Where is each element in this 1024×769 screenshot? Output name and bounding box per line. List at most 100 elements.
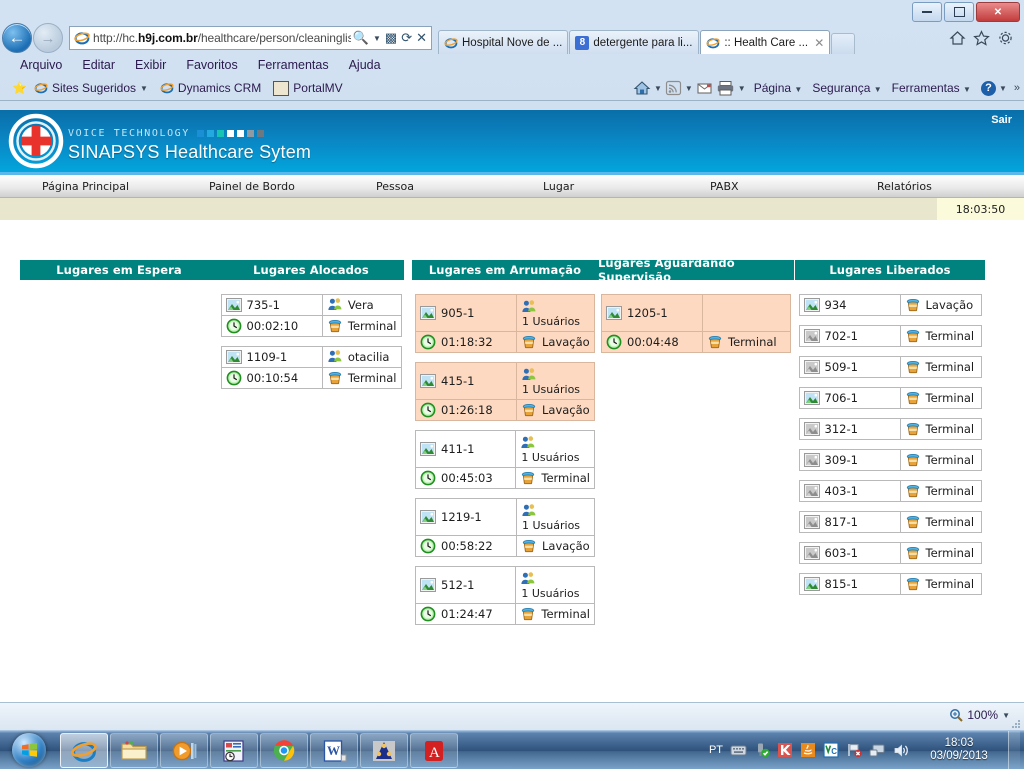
menu-arquivo[interactable]: Arquivo bbox=[10, 57, 72, 73]
show-desktop-button[interactable] bbox=[1008, 731, 1020, 769]
menu-seguranca[interactable]: Segurança ▼ bbox=[812, 81, 881, 95]
command-bar-overflow[interactable]: » bbox=[1014, 82, 1020, 94]
nav-pabx[interactable]: PABX bbox=[668, 180, 835, 193]
favorite-sites-sugeridos[interactable]: Sites Sugeridos ▼ bbox=[34, 81, 148, 95]
help-icon[interactable]: ? ▼ bbox=[980, 80, 1007, 96]
menu-exibir[interactable]: Exibir bbox=[125, 57, 176, 73]
place-card[interactable]: 706-1 Terminal bbox=[798, 387, 982, 409]
place-card[interactable]: 905-1 1 Usuários 01:18:32 Lavação bbox=[415, 294, 595, 353]
restore-button[interactable] bbox=[944, 2, 974, 22]
favorites-star-icon[interactable] bbox=[973, 30, 990, 46]
place-card[interactable]: 1109-1 otacilia 00:10:54 Terminal bbox=[220, 346, 402, 389]
menu-editar[interactable]: Editar bbox=[72, 57, 125, 73]
java-icon[interactable] bbox=[800, 742, 816, 758]
taskbar-adobe-reader[interactable]: A bbox=[410, 733, 458, 768]
zoom-level: 100% bbox=[967, 708, 999, 722]
logout-link[interactable]: Sair bbox=[991, 114, 1012, 126]
place-card[interactable]: 702-1 Terminal bbox=[798, 325, 982, 347]
keyboard-icon[interactable] bbox=[730, 743, 747, 757]
print-icon[interactable] bbox=[716, 80, 735, 96]
kaspersky-icon[interactable] bbox=[777, 742, 793, 758]
refresh-icon[interactable]: ⟳ bbox=[399, 30, 414, 46]
place-card[interactable]: 1205-1 00:04:48 Terminal bbox=[601, 294, 791, 353]
svg-text:W: W bbox=[327, 743, 340, 758]
close-button[interactable]: ✕ bbox=[976, 2, 1020, 22]
feeds-icon[interactable] bbox=[665, 80, 682, 96]
card-type-cell: Terminal bbox=[899, 480, 982, 502]
taskbar-windows-explorer[interactable] bbox=[110, 733, 158, 768]
print-caret-icon[interactable]: ▼ bbox=[738, 84, 746, 93]
add-favorite-star-icon[interactable]: ⭐ bbox=[12, 81, 27, 95]
tools-gear-icon[interactable] bbox=[997, 30, 1014, 46]
search-icon[interactable]: 🔍 bbox=[351, 30, 371, 46]
place-card[interactable]: 603-1 Terminal bbox=[798, 542, 982, 564]
nav-pagina-principal[interactable]: Página Principal bbox=[0, 180, 167, 193]
windows-start-orb bbox=[12, 732, 46, 767]
zoom-caret-icon[interactable]: ▼ bbox=[1002, 711, 1010, 720]
taskbar-media-player[interactable] bbox=[160, 733, 208, 768]
taskbar-outlook-journal[interactable] bbox=[210, 733, 258, 768]
menu-ferramentas[interactable]: Ferramentas bbox=[248, 57, 339, 73]
home-icon[interactable] bbox=[633, 80, 651, 96]
flag-action-center-icon[interactable] bbox=[846, 742, 862, 758]
favorite-portalmv[interactable]: PortalMV bbox=[273, 80, 343, 96]
home-caret-icon[interactable]: ▼ bbox=[654, 84, 662, 93]
tray-language[interactable]: PT bbox=[709, 744, 723, 756]
stop-icon[interactable]: ✕ bbox=[414, 30, 429, 46]
menu-ferramentas-cmd[interactable]: Ferramentas ▼ bbox=[892, 81, 971, 95]
zoom-control[interactable]: 100% ▼ bbox=[949, 708, 1010, 722]
cleaning-type: Terminal bbox=[925, 360, 975, 374]
menu-ajuda[interactable]: Ajuda bbox=[339, 57, 391, 73]
place-card[interactable]: 509-1 Terminal bbox=[798, 356, 982, 378]
feeds-caret-icon[interactable]: ▼ bbox=[685, 84, 693, 93]
place-card[interactable]: 312-1 Terminal bbox=[798, 418, 982, 440]
browser-tab-0[interactable]: Hospital Nove de ... bbox=[438, 30, 569, 54]
place-card[interactable]: 411-1 1 Usuários 00:45:03 Terminal bbox=[414, 430, 595, 489]
menu-pagina[interactable]: Página ▼ bbox=[754, 81, 803, 95]
address-dropdown-caret-icon[interactable]: ▼ bbox=[371, 34, 383, 43]
place-card[interactable]: 512-1 1 Usuários 01:24:47 Terminal bbox=[414, 566, 595, 625]
place-card[interactable]: 1219-1 1 Usuários 00:58:22 Lavação bbox=[415, 498, 595, 557]
place-card[interactable]: 403-1 Terminal bbox=[798, 480, 982, 502]
place-card[interactable]: 415-1 1 Usuários 01:26:18 Lavação bbox=[415, 362, 595, 421]
nav-painel-de-bordo[interactable]: Painel de Bordo bbox=[167, 180, 334, 193]
network-icon[interactable] bbox=[869, 743, 886, 758]
clock-icon bbox=[606, 334, 622, 350]
back-button[interactable]: ← bbox=[2, 23, 32, 53]
vc-icon[interactable]: C bbox=[823, 742, 839, 758]
forward-button[interactable]: → bbox=[33, 23, 63, 53]
mail-icon[interactable] bbox=[696, 80, 713, 96]
nav-lugar[interactable]: Lugar bbox=[501, 180, 668, 193]
room-number: 309-1 bbox=[824, 453, 858, 467]
taskbar-internet-explorer[interactable] bbox=[60, 733, 108, 768]
compatibility-view-icon[interactable]: ▩ bbox=[383, 30, 399, 46]
home-icon[interactable] bbox=[949, 30, 966, 46]
address-bar[interactable]: http://hc.h9j.com.br/healthcare/person/c… bbox=[69, 26, 432, 50]
nav-relatorios[interactable]: Relatórios bbox=[835, 180, 1002, 193]
tab-close-icon[interactable]: ✕ bbox=[814, 36, 824, 50]
place-card[interactable]: 815-1 Terminal bbox=[798, 573, 982, 595]
cleaning-bucket-icon bbox=[522, 335, 536, 349]
usb-safely-remove-icon[interactable] bbox=[754, 742, 770, 758]
browser-tab-1[interactable]: 8 detergente para li... bbox=[569, 30, 700, 54]
volume-icon[interactable] bbox=[893, 743, 910, 758]
nav-pessoa[interactable]: Pessoa bbox=[334, 180, 501, 193]
taskbar-google-chrome[interactable] bbox=[260, 733, 308, 768]
taskbar-microsoft-word[interactable]: W bbox=[310, 733, 358, 768]
place-card[interactable]: 309-1 Terminal bbox=[798, 449, 982, 471]
taskbar-clock[interactable]: 18:03 03/09/2013 bbox=[917, 737, 1001, 763]
start-button[interactable] bbox=[2, 731, 56, 768]
chevron-down-icon[interactable]: ▼ bbox=[140, 84, 148, 93]
place-card[interactable]: 934 Lavação bbox=[798, 294, 982, 316]
menu-favoritos[interactable]: Favoritos bbox=[176, 57, 247, 73]
resize-grip[interactable] bbox=[1010, 718, 1022, 730]
card-type-cell: Terminal bbox=[899, 449, 982, 471]
favorite-dynamics-crm[interactable]: Dynamics CRM bbox=[160, 81, 261, 95]
browser-tab-2[interactable]: :: Health Care ... ✕ bbox=[700, 30, 831, 54]
place-card[interactable]: 817-1 Terminal bbox=[798, 511, 982, 533]
taskbar-blue-people-app[interactable] bbox=[360, 733, 408, 768]
new-tab-button[interactable] bbox=[831, 33, 856, 54]
place-card[interactable]: 735-1 Vera 00:02:10 Terminal bbox=[220, 294, 402, 337]
minimize-button[interactable] bbox=[912, 2, 942, 22]
card-room-cell: 403-1 bbox=[798, 480, 901, 502]
